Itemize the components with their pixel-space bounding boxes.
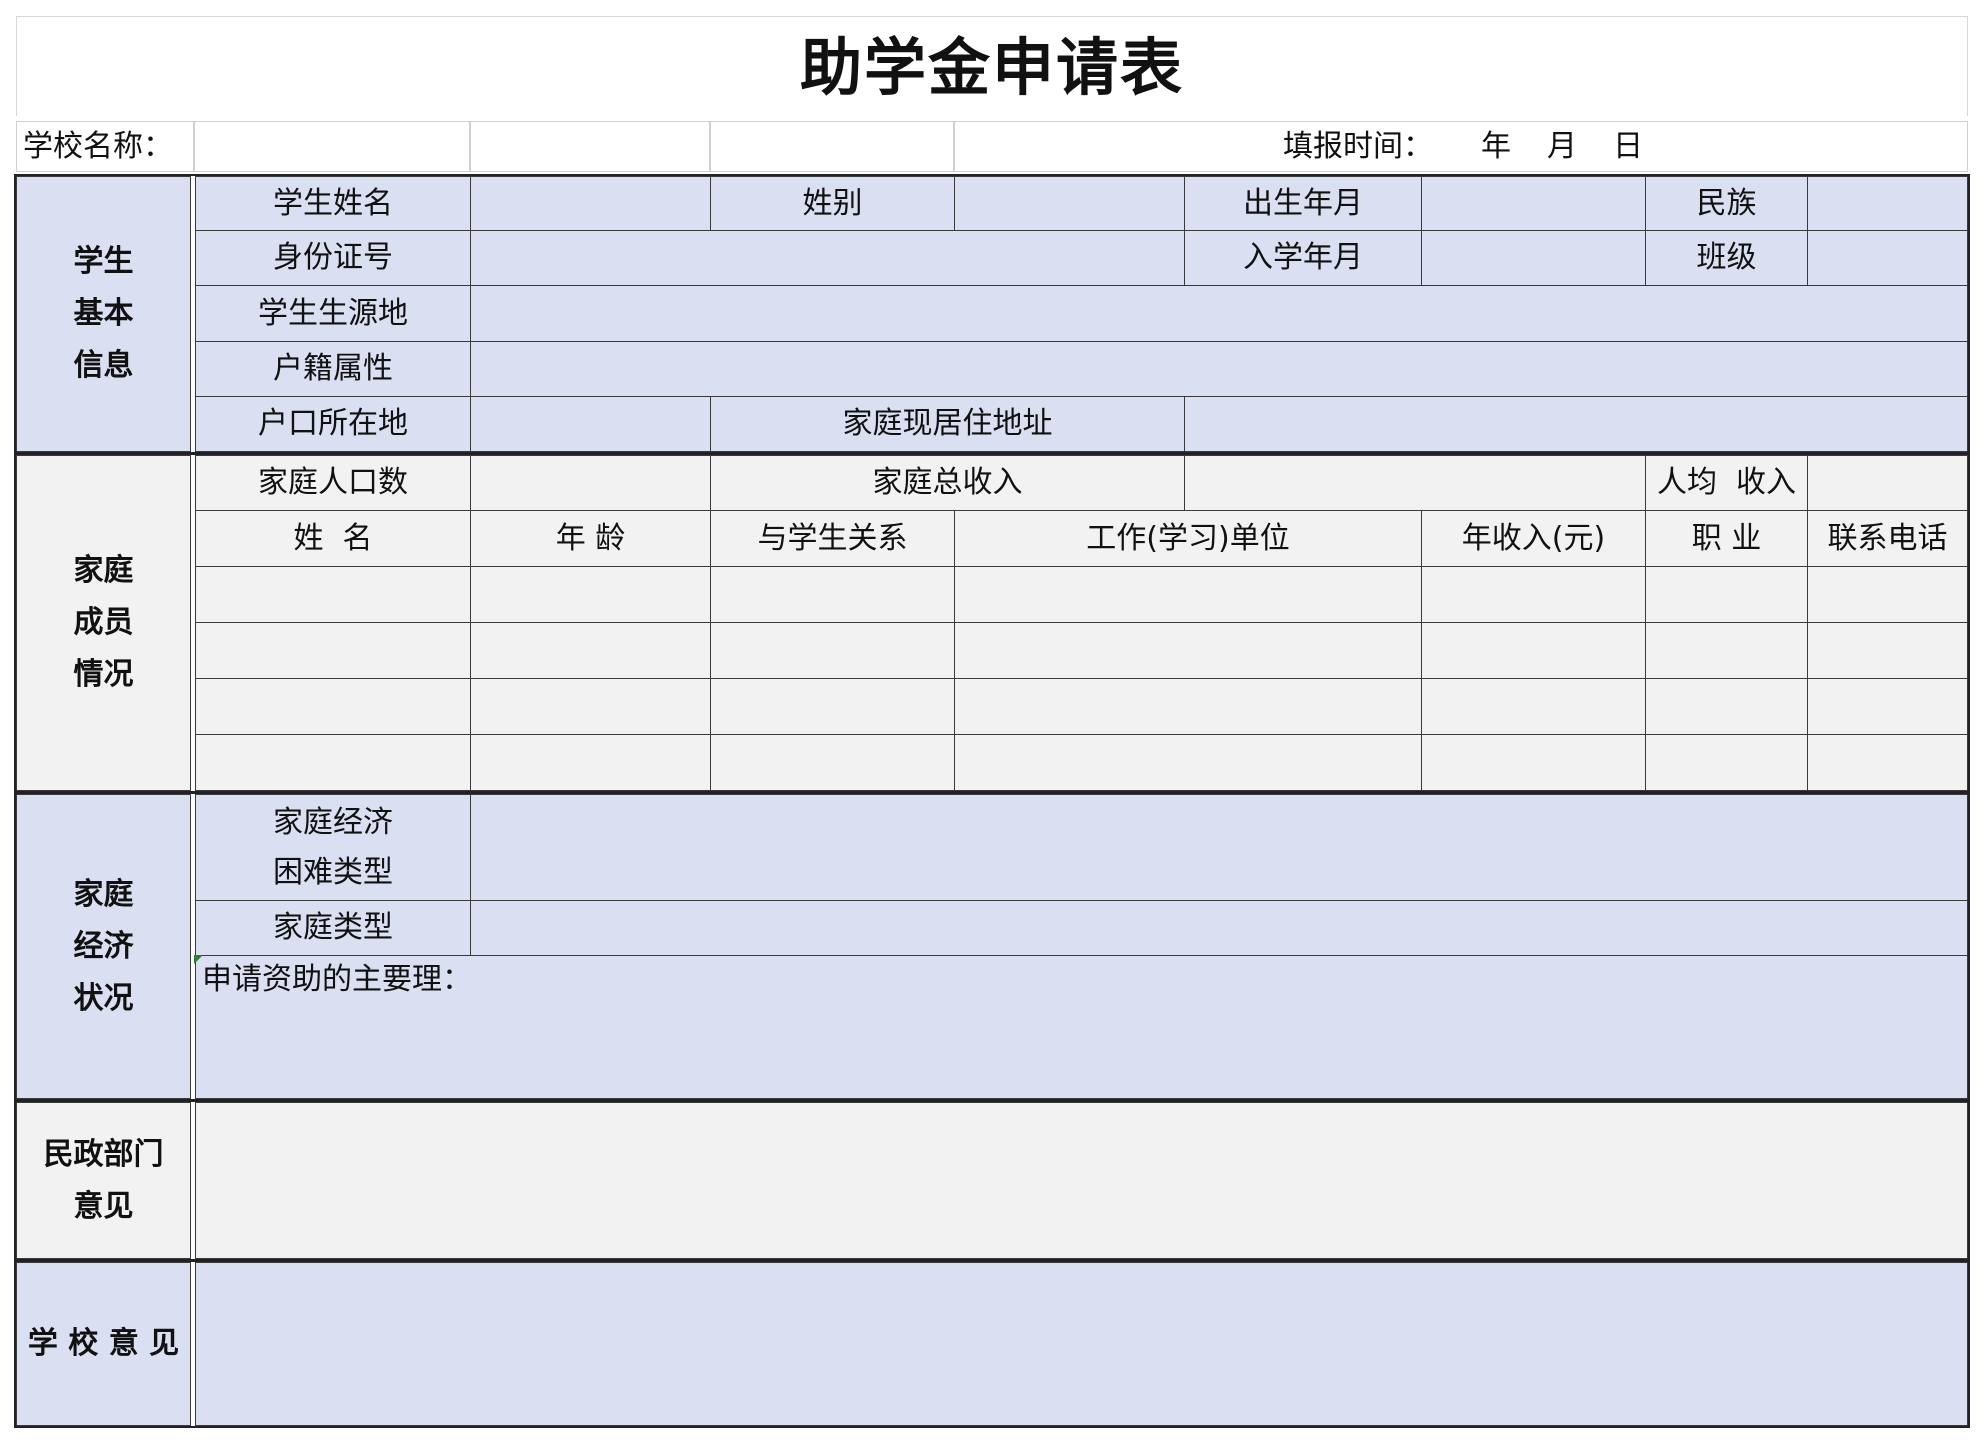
school-name-input-2[interactable]	[470, 121, 710, 172]
school-name-input-1[interactable]	[194, 121, 470, 172]
school-name-label: 学校名称：	[16, 121, 194, 172]
section-frame-civil	[14, 1100, 1970, 1261]
sheet-top-gridline	[16, 16, 1968, 17]
date-year-label: 年	[1481, 128, 1511, 164]
section-frame-basic	[14, 174, 1970, 454]
date-day-label: 日	[1613, 128, 1643, 164]
fill-date-label: 填报时间：	[1283, 128, 1433, 164]
date-month-label: 月	[1547, 128, 1577, 164]
school-name-input-3[interactable]	[710, 121, 954, 172]
section-frame-family	[14, 453, 1970, 793]
fill-date-area[interactable]: 填报时间： 年 月 日	[954, 121, 1968, 172]
application-form-sheet: 助学金申请表 学校名称： 填报时间： 年 月 日 学生 基本 信息 学生姓名 姓…	[0, 0, 1984, 1442]
section-frame-school	[14, 1260, 1970, 1428]
section-frame-economy	[14, 792, 1970, 1101]
form-title: 助学金申请表	[799, 30, 1184, 104]
